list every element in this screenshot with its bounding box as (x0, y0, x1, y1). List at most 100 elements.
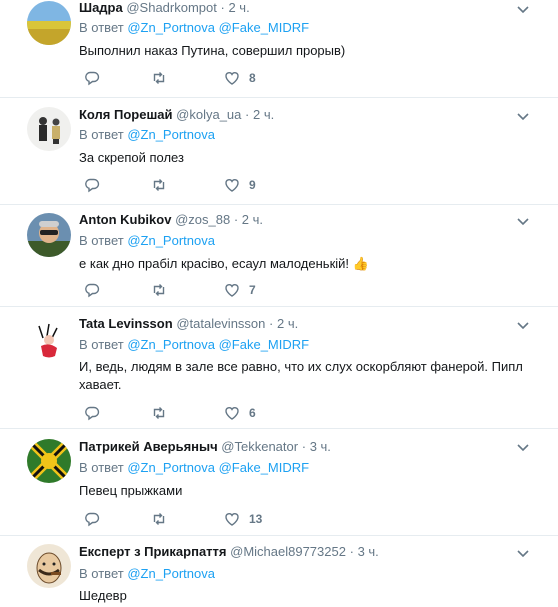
avatar[interactable] (27, 316, 71, 360)
like-button[interactable]: 6 (224, 405, 256, 421)
separator-dot: · (301, 439, 307, 454)
separator-dot: · (245, 107, 250, 122)
avatar[interactable] (27, 544, 71, 588)
separator-dot: · (233, 212, 239, 227)
reply-icon (85, 178, 100, 193)
like-count: 13 (249, 512, 263, 526)
chevron-down-icon[interactable] (516, 217, 530, 227)
retweet-button[interactable] (151, 70, 167, 86)
heart-icon (225, 179, 239, 192)
tweet-text-body: е как дно прабіл красіво, есаул малодень… (79, 256, 350, 271)
reply-prefix: В ответ (79, 127, 124, 142)
reply-prefix: В ответ (79, 337, 124, 352)
separator-dot: · (220, 0, 225, 15)
avatar[interactable] (27, 439, 71, 483)
like-button[interactable]: 13 (224, 511, 262, 527)
mention-link[interactable]: @Fake_MIDRF (219, 337, 310, 352)
reply-prefix: В ответ (79, 460, 124, 475)
thumbs-up-icon: 👍 (352, 256, 369, 271)
tweet[interactable]: Tata Levinsson @tatalevinsson · 2 ч. В о… (0, 307, 558, 429)
retweet-icon (153, 72, 165, 84)
timestamp[interactable]: 2 ч. (277, 316, 298, 331)
author-handle[interactable]: @Michael89773252 (230, 544, 346, 559)
chevron-down-icon[interactable] (516, 5, 530, 15)
retweet-icon (153, 179, 165, 191)
mention-link[interactable]: @Zn_Portnova (127, 233, 215, 248)
mention-link[interactable]: @Zn_Portnova (127, 337, 215, 352)
author-name[interactable]: Tata Levinsson (79, 316, 173, 331)
tweet[interactable]: Коля Порешай @kolya_ua · 2 ч. В ответ @Z… (0, 98, 558, 205)
timestamp[interactable]: 2 ч. (228, 0, 249, 15)
reply-button[interactable] (84, 177, 100, 193)
heart-icon (225, 284, 239, 297)
retweet-button[interactable] (151, 282, 167, 298)
author-name[interactable]: Anton Kubikov (79, 212, 171, 227)
retweet-button[interactable] (151, 177, 167, 193)
reply-icon (85, 71, 100, 86)
mention-link[interactable]: @Zn_Portnova (127, 566, 215, 581)
author-handle[interactable]: @tatalevinsson (176, 316, 265, 331)
retweet-button[interactable] (151, 405, 167, 421)
mention-link[interactable]: @Zn_Portnova (127, 127, 215, 142)
like-button[interactable]: 7 (224, 282, 256, 298)
chevron-down-icon[interactable] (516, 549, 530, 559)
like-count: 6 (249, 406, 256, 420)
author-name[interactable]: Коля Порешай (79, 107, 173, 122)
retweet-button[interactable] (151, 511, 167, 527)
reply-button[interactable] (84, 70, 100, 86)
tweet-text: За скрепой полез (79, 150, 184, 165)
like-button[interactable]: 9 (224, 177, 256, 193)
tweet-text: Певец прыжками (79, 483, 183, 498)
avatar[interactable] (27, 213, 71, 257)
retweet-icon (153, 513, 165, 525)
separator-dot: · (349, 544, 354, 559)
chevron-down-icon[interactable] (516, 443, 530, 453)
tweet[interactable]: Патрикей Аверьяныч @Tekkenator · 3 ч. В … (0, 429, 558, 536)
tweet[interactable]: Шадра @Shadrkompot · 2 ч. В ответ @Zn_Po… (0, 0, 558, 98)
tweet[interactable]: Anton Kubikov @zos_88 · 2 ч. В ответ @Zn… (0, 205, 558, 307)
heart-icon (225, 407, 239, 420)
like-count: 8 (249, 71, 256, 85)
chevron-down-icon[interactable] (516, 112, 530, 122)
timestamp[interactable]: 3 ч. (358, 544, 379, 559)
timestamp[interactable]: 3 ч. (310, 439, 331, 454)
mention-link[interactable]: @Fake_MIDRF (219, 460, 310, 475)
heart-icon (225, 72, 239, 85)
author-handle[interactable]: @zos_88 (175, 212, 230, 227)
author-name[interactable]: Експерт з Прикарпаття (79, 544, 227, 559)
reply-icon (85, 406, 100, 421)
heart-icon (225, 513, 239, 526)
author-handle[interactable]: @kolya_ua (176, 107, 241, 122)
tweet-text: И, ведь, людям в зале все равно, что их … (79, 359, 523, 392)
retweet-icon (153, 407, 165, 419)
avatar[interactable] (27, 1, 71, 45)
reply-button[interactable] (84, 405, 100, 421)
reply-icon (85, 512, 100, 527)
like-button[interactable]: 8 (224, 70, 256, 86)
mention-link[interactable]: @Fake_MIDRF (219, 20, 310, 35)
reply-prefix: В ответ (79, 233, 124, 248)
author-name[interactable]: Патрикей Аверьяныч (79, 439, 218, 454)
like-count: 7 (249, 283, 256, 297)
author-handle[interactable]: @Shadrkompot (126, 0, 217, 15)
timestamp[interactable]: 2 ч. (242, 212, 263, 227)
avatar[interactable] (27, 107, 71, 151)
tweet[interactable]: Експерт з Прикарпаття @Michael89773252 ·… (0, 536, 558, 607)
reply-icon (85, 283, 100, 298)
timestamp[interactable]: 2 ч. (253, 107, 274, 122)
author-handle[interactable]: @Tekkenator (221, 439, 298, 454)
reply-prefix: В ответ (79, 20, 124, 35)
reply-button[interactable] (84, 282, 100, 298)
tweet-text: Выполнил наказ Путина, совершил прорыв) (79, 43, 346, 58)
mention-link[interactable]: @Zn_Portnova (127, 460, 215, 475)
chevron-down-icon[interactable] (516, 321, 530, 331)
tweet-text: е как дно прабіл красіво, есаул малодень… (79, 255, 529, 273)
author-name[interactable]: Шадра (79, 0, 123, 15)
separator-dot: · (269, 316, 274, 331)
reply-prefix: В ответ (79, 566, 124, 581)
like-count: 9 (249, 178, 256, 192)
reply-button[interactable] (84, 511, 100, 527)
tweet-text: Шедевр (79, 588, 127, 603)
retweet-icon (153, 284, 165, 296)
mention-link[interactable]: @Zn_Portnova (127, 20, 215, 35)
